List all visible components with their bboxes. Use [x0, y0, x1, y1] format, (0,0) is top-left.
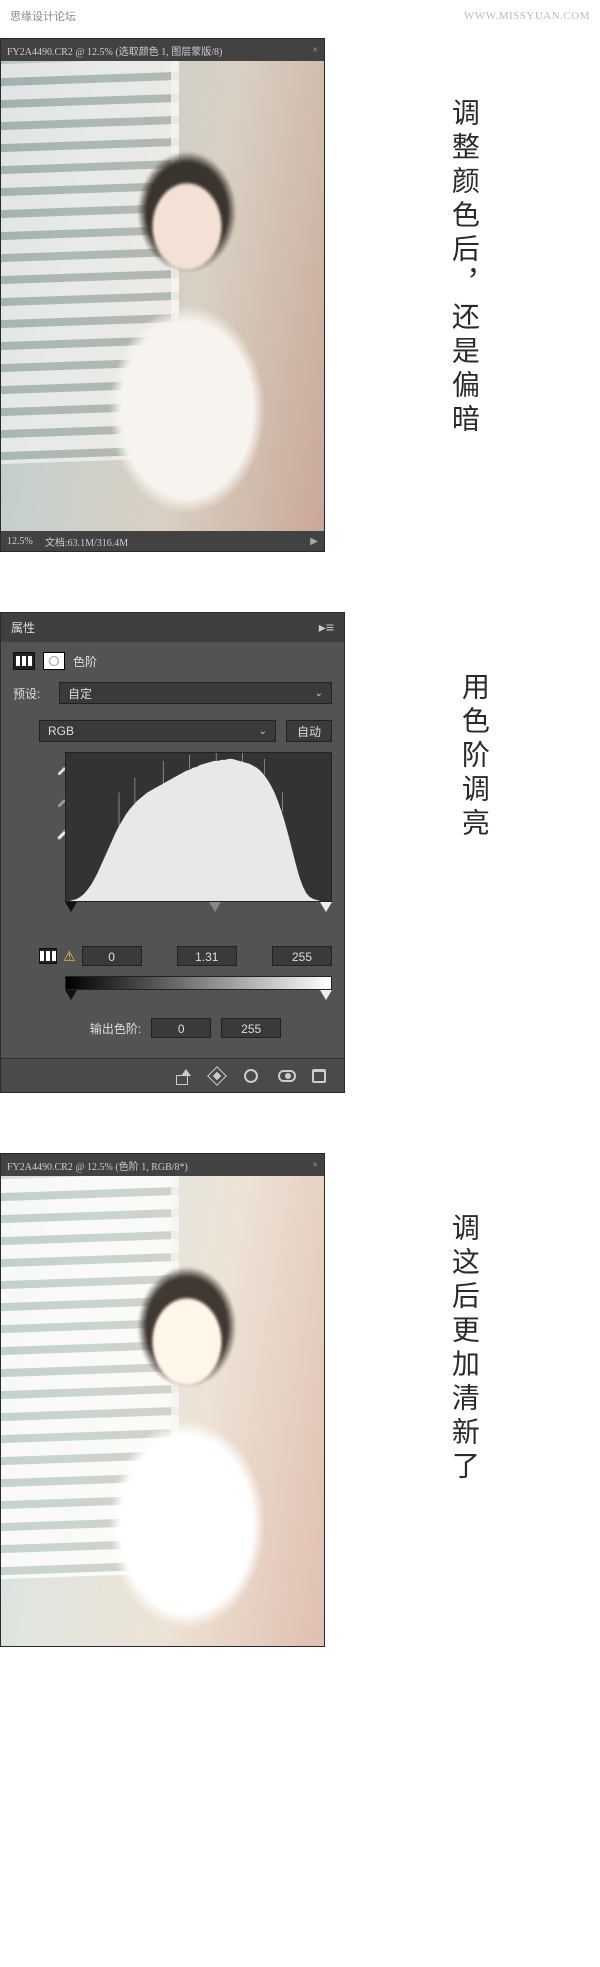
document-tabbar: FY2A4490.CR2 @ 12.5% (选取颜色 1, 图层蒙版/8) ×: [1, 39, 324, 61]
site-name: 思缘设计论坛: [10, 8, 76, 24]
section-after: FY2A4490.CR2 @ 12.5% (色阶 1, RGB/8*) × 调这…: [0, 1143, 600, 1667]
output-label: 输出色阶:: [90, 1020, 141, 1037]
ps-document-window: FY2A4490.CR2 @ 12.5% (选取颜色 1, 图层蒙版/8) × …: [0, 38, 325, 552]
input-white-field[interactable]: 255: [272, 946, 332, 966]
channel-value: RGB: [48, 724, 74, 738]
chevron-down-icon: ⌄: [259, 726, 267, 737]
preset-label: 预设:: [13, 685, 51, 702]
panel-title: 属性: [11, 619, 35, 636]
channel-select[interactable]: RGB ⌄: [39, 720, 276, 742]
section-levels: 属性 ▸≡ 色阶 预设: 自定 ⌄: [0, 602, 600, 1143]
reset-icon[interactable]: [244, 1069, 262, 1083]
levels-histogram[interactable]: [65, 752, 332, 902]
output-black-slider[interactable]: [65, 990, 77, 1000]
panel-menu-icon[interactable]: ▸≡: [319, 619, 334, 636]
input-black-field[interactable]: 0: [82, 946, 142, 966]
panel-titlebar: 属性 ▸≡: [1, 613, 344, 642]
ps-document-window: FY2A4490.CR2 @ 12.5% (色阶 1, RGB/8*) ×: [0, 1153, 325, 1647]
site-url: WWW.MISSYUAN.COM: [464, 10, 590, 22]
close-icon[interactable]: ×: [312, 1160, 318, 1171]
warning-icon[interactable]: ⚠: [63, 948, 76, 965]
status-menu-icon[interactable]: ▶: [310, 536, 318, 547]
caption-text: 调这后更加清新了: [440, 1213, 485, 1485]
document-statusbar: 12.5% 文档:63.1M/316.4M ▶: [1, 531, 324, 551]
clip-to-layer-icon[interactable]: [176, 1069, 194, 1083]
layer-mask-icon[interactable]: [43, 652, 65, 670]
panel-footer: [1, 1058, 344, 1092]
document-canvas[interactable]: [1, 61, 324, 531]
watermark-row: 思缘设计论坛 WWW.MISSYUAN.COM: [0, 0, 600, 28]
output-black-field[interactable]: 0: [151, 1018, 211, 1038]
input-gamma-slider[interactable]: [209, 902, 221, 912]
delete-icon[interactable]: [312, 1069, 330, 1083]
output-white-field[interactable]: 255: [221, 1018, 281, 1038]
document-canvas[interactable]: [1, 1176, 324, 1646]
photo-subject: [98, 146, 276, 513]
document-tabbar: FY2A4490.CR2 @ 12.5% (色阶 1, RGB/8*) ×: [1, 1154, 324, 1176]
histogram-icon: [39, 948, 57, 964]
levels-adjustment-icon[interactable]: [13, 652, 35, 670]
view-previous-icon[interactable]: [210, 1069, 228, 1083]
close-icon[interactable]: ×: [312, 45, 318, 56]
properties-panel: 属性 ▸≡ 色阶 预设: 自定 ⌄: [0, 612, 345, 1093]
caption-text: 调整颜色后，还是偏暗: [440, 98, 485, 438]
chevron-down-icon: ⌄: [315, 688, 323, 699]
adjustment-name: 色阶: [73, 653, 97, 670]
caption-text: 用色阶调亮: [450, 672, 495, 842]
toggle-visibility-icon[interactable]: [278, 1070, 296, 1082]
input-gamma-field[interactable]: 1.31: [177, 946, 237, 966]
preset-value: 自定: [68, 685, 92, 702]
photo-subject: [98, 1261, 276, 1628]
document-tab[interactable]: FY2A4490.CR2 @ 12.5% (选取颜色 1, 图层蒙版/8): [7, 43, 304, 58]
status-docinfo: 文档:63.1M/316.4M: [45, 534, 128, 549]
output-white-slider[interactable]: [320, 990, 332, 1000]
input-white-slider[interactable]: [320, 902, 332, 912]
preset-select[interactable]: 自定 ⌄: [59, 682, 332, 704]
status-zoom[interactable]: 12.5%: [7, 536, 33, 547]
auto-button[interactable]: 自动: [286, 720, 332, 742]
input-black-slider[interactable]: [65, 902, 77, 912]
section-before: FY2A4490.CR2 @ 12.5% (选取颜色 1, 图层蒙版/8) × …: [0, 28, 600, 602]
document-tab[interactable]: FY2A4490.CR2 @ 12.5% (色阶 1, RGB/8*): [7, 1158, 304, 1173]
output-gradient[interactable]: [65, 976, 332, 990]
